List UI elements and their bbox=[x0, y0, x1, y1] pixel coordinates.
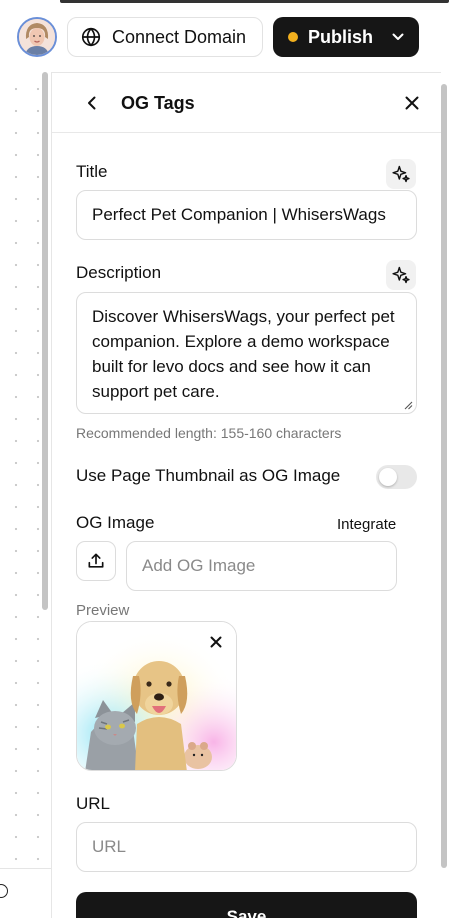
canvas-scrollbar[interactable] bbox=[42, 72, 48, 610]
connect-domain-button[interactable]: Connect Domain bbox=[67, 17, 263, 57]
upload-button[interactable] bbox=[76, 541, 116, 581]
url-input[interactable]: URL bbox=[76, 822, 417, 872]
top-edge-divider bbox=[60, 0, 449, 3]
og-image-input[interactable]: Add OG Image bbox=[126, 541, 397, 591]
title-input[interactable]: Perfect Pet Companion | WhisersWags bbox=[76, 190, 417, 240]
integrate-link[interactable]: Integrate bbox=[337, 516, 396, 533]
preview-label: Preview bbox=[76, 602, 130, 619]
description-label: Description bbox=[76, 263, 162, 282]
thumbnail-toggle-label: Use Page Thumbnail as OG Image bbox=[76, 466, 341, 485]
top-bar: Connect Domain Publish bbox=[0, 0, 449, 72]
upload-icon bbox=[88, 553, 104, 568]
preview-card bbox=[76, 621, 237, 771]
panel-title: OG Tags bbox=[121, 93, 195, 113]
og-tags-panel: OG Tags Title Perfect Pet Companion | Wh… bbox=[51, 72, 441, 918]
resize-handle-icon[interactable] bbox=[404, 401, 413, 410]
description-ai-button[interactable] bbox=[386, 260, 416, 290]
panel-scrollbar[interactable] bbox=[441, 84, 447, 868]
back-arrow-icon[interactable] bbox=[82, 93, 102, 113]
thumbnail-toggle[interactable] bbox=[376, 465, 417, 489]
url-label: URL bbox=[76, 794, 111, 813]
description-text: Discover WhisersWags, your perfect pet c… bbox=[92, 307, 395, 401]
close-icon[interactable] bbox=[402, 93, 422, 113]
remove-icon[interactable] bbox=[206, 632, 226, 652]
toggle-knob bbox=[379, 468, 397, 486]
title-label: Title bbox=[76, 162, 108, 181]
title-ai-button[interactable] bbox=[386, 159, 416, 189]
globe-icon bbox=[81, 27, 101, 47]
publish-status-dot bbox=[288, 32, 298, 42]
og-image-label: OG Image bbox=[76, 513, 155, 532]
description-textarea[interactable]: Discover WhisersWags, your perfect pet c… bbox=[76, 292, 417, 414]
sparkle-icon bbox=[392, 266, 410, 284]
panel-header: OG Tags bbox=[52, 73, 441, 133]
avatar[interactable] bbox=[17, 17, 57, 57]
connect-domain-label: Connect Domain bbox=[112, 26, 247, 47]
chevron-down-icon[interactable] bbox=[391, 30, 405, 44]
sparkle-icon bbox=[392, 165, 410, 183]
description-length-hint: Recommended length: 155-160 characters bbox=[76, 425, 342, 441]
save-button[interactable]: Save bbox=[76, 892, 417, 918]
publish-label: Publish bbox=[308, 26, 374, 47]
publish-button[interactable]: Publish bbox=[273, 17, 419, 57]
